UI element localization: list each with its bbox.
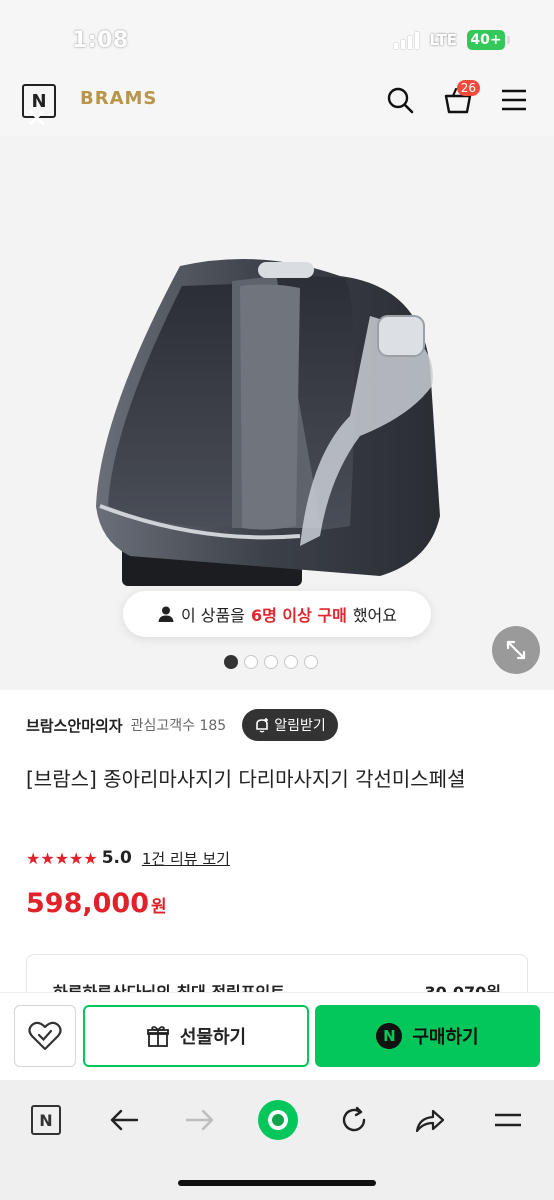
pagination-dot[interactable] <box>304 655 318 669</box>
green-dot-icon <box>258 1100 298 1140</box>
gift-button[interactable]: 선물하기 <box>83 1005 309 1067</box>
more-menu-button[interactable] <box>488 1100 528 1140</box>
buy-bar: 선물하기 N 구매하기 <box>0 992 554 1080</box>
alarm-subscribe-button[interactable]: 알림받기 <box>242 709 338 741</box>
close-icon[interactable]: ✕ <box>26 104 48 134</box>
refresh-icon <box>342 1106 366 1132</box>
pagination-dot[interactable] <box>244 655 258 669</box>
buyer-notice-suffix: 했어요 <box>352 606 397 625</box>
seller-fans-count: 관심고객수 185 <box>130 718 227 734</box>
buyer-notice-prefix: 이 상품을 <box>180 606 245 625</box>
price-row: 598,000 원 <box>26 888 167 919</box>
network-label: LTE <box>429 31 457 49</box>
refresh-button[interactable] <box>334 1100 374 1140</box>
rating-stars-icon: ★★★★★ <box>26 848 98 868</box>
price: 598,000 <box>26 888 149 919</box>
image-pagination <box>224 655 318 669</box>
brand-logo[interactable]: BRAMS <box>80 88 157 109</box>
home-indicator[interactable] <box>178 1180 376 1186</box>
share-button[interactable] <box>410 1100 450 1140</box>
green-dot-button[interactable] <box>256 1098 300 1142</box>
share-arrow-icon <box>415 1109 445 1133</box>
naver-pay-icon: N <box>376 1023 403 1049</box>
bell-plus-icon <box>256 718 269 733</box>
alarm-label: 알림받기 <box>274 718 326 734</box>
forward-button[interactable] <box>180 1100 220 1140</box>
seller-row: 브람스안마의자 관심고객수 185 알림받기 <box>26 708 536 742</box>
rating-score: 5.0 <box>101 848 132 868</box>
buyer-count-notice: 이 상품을 6명 이상 구매 했어요 <box>123 591 431 637</box>
price-unit: 원 <box>150 897 167 917</box>
store-header: N ✕ BRAMS 26 <box>0 80 554 136</box>
buyer-notice-highlight: 6명 이상 구매 <box>250 606 347 625</box>
person-icon <box>158 606 174 622</box>
search-icon[interactable] <box>384 84 416 116</box>
review-link[interactable]: 1건 리뷰 보기 <box>142 848 230 869</box>
hamburger-icon <box>495 1113 521 1127</box>
battery-cap <box>507 36 510 44</box>
battery-icon: 40+ <box>467 30 505 50</box>
arrow-left-icon <box>110 1109 139 1131</box>
cart-icon[interactable]: 26 <box>442 80 480 116</box>
status-indicators: LTE 40+ <box>394 30 510 50</box>
naver-home-button[interactable]: N <box>26 1100 66 1140</box>
pagination-dot[interactable] <box>284 655 298 669</box>
pagination-dot[interactable] <box>224 655 238 669</box>
back-button[interactable] <box>104 1100 144 1140</box>
purchase-label: 구매하기 <box>412 1027 479 1048</box>
naver-n-icon: N <box>31 1105 61 1135</box>
seller-name[interactable]: 브람스안마의자 <box>26 715 123 736</box>
expand-arrows-icon <box>506 640 526 660</box>
gift-icon <box>146 1026 169 1047</box>
status-time: 1:08 <box>72 28 129 53</box>
rating-row: ★★★★★ 5.0 1건 리뷰 보기 <box>26 845 230 871</box>
purchase-button[interactable]: N 구매하기 <box>315 1005 540 1067</box>
heart-check-icon <box>28 1021 62 1051</box>
signal-icon <box>394 31 420 49</box>
arrow-right-icon <box>185 1109 214 1131</box>
wishlist-button[interactable] <box>14 1005 76 1067</box>
pagination-dot[interactable] <box>264 655 278 669</box>
cart-count-badge: 26 <box>456 80 480 96</box>
expand-image-button[interactable] <box>492 626 540 674</box>
gift-label: 선물하기 <box>179 1027 247 1048</box>
menu-icon[interactable] <box>498 84 530 116</box>
product-title: [브람스] 종아리마사지기 다리마사지기 각선미스페셜 <box>26 767 466 791</box>
status-bar: 1:08 LTE 40+ <box>0 0 554 80</box>
